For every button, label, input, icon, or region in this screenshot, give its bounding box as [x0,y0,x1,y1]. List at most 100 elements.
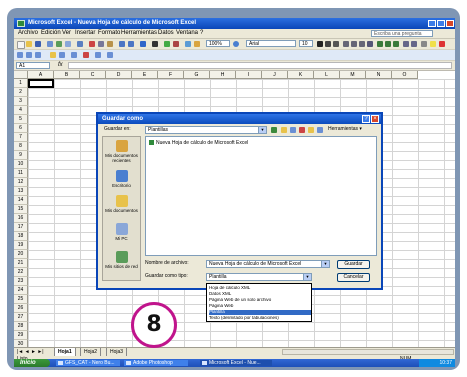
column-header-c[interactable]: C [80,71,106,79]
filetype-option[interactable]: Hoja de cálculo XML [209,286,311,291]
tools-menu[interactable]: Herramientas ▾ [328,126,362,133]
spelling-icon[interactable] [77,41,83,47]
row-header-12[interactable]: 12 [14,178,28,187]
row-header-16[interactable]: 16 [14,214,28,223]
review-icon[interactable] [71,52,77,58]
chart-wizard-icon[interactable] [185,41,191,47]
borders-icon[interactable] [421,41,427,47]
select-all-corner[interactable] [14,71,28,79]
column-header-j[interactable]: J [262,71,288,79]
save-in-combo[interactable]: Plantillas ▼ [145,126,267,134]
back-icon[interactable] [271,127,277,133]
active-cell[interactable] [28,79,54,88]
autosum-icon[interactable] [152,41,158,47]
filetype-option[interactable]: Texto (delimitado por tabulaciones) [209,316,311,321]
column-header-i[interactable]: I [236,71,262,79]
menu-ventana[interactable]: Ventana [176,29,198,38]
up-folder-icon[interactable] [281,127,287,133]
menu-insertar[interactable]: Insertar [75,29,95,38]
column-header-l[interactable]: L [314,71,340,79]
taskbar-item[interactable]: GFS_CAT - Nero Bu... [56,360,120,366]
cut-icon[interactable] [89,41,95,47]
new-folder-icon[interactable] [308,127,314,133]
menu-archivo[interactable]: Archivo [18,29,38,38]
filetype-option[interactable]: Página Web de un solo archivo [209,298,311,303]
column-header-h[interactable]: H [210,71,236,79]
horizontal-scrollbar[interactable] [282,349,454,355]
row-header-14[interactable]: 14 [14,196,28,205]
column-header-k[interactable]: K [288,71,314,79]
help-icon[interactable]: ? [362,115,370,123]
sort-descending-icon[interactable] [173,41,179,47]
print-icon[interactable] [56,41,62,47]
zoom-combo[interactable]: 100% [206,40,230,47]
taskbar-item[interactable]: Adobe Photoshop [124,360,188,366]
cancel-button[interactable]: Cancelar [337,273,370,282]
review-icon[interactable] [107,52,113,58]
row-header-13[interactable]: 13 [14,187,28,196]
formula-input[interactable] [68,62,452,69]
column-header-e[interactable]: E [132,71,158,79]
row-header-2[interactable]: 2 [14,88,28,97]
bold-icon[interactable] [317,41,323,47]
row-header-5[interactable]: 5 [14,115,28,124]
place-recent[interactable]: Mis documentos recientes [103,140,140,163]
percent-icon[interactable] [385,41,391,47]
chevron-down-icon[interactable]: ▼ [258,127,266,133]
row-header-27[interactable]: 27 [14,313,28,322]
column-header-o[interactable]: O [392,71,418,79]
review-icon[interactable] [95,52,101,58]
help-icon[interactable] [233,41,239,47]
comma-style-icon[interactable] [393,41,399,47]
row-header-6[interactable]: 6 [14,124,28,133]
filename-input[interactable]: Nueva Hoja de cálculo de Microsoft Excel… [206,260,330,268]
underline-icon[interactable] [333,41,339,47]
row-header-15[interactable]: 15 [14,205,28,214]
chevron-down-icon[interactable]: ▼ [303,274,311,280]
font-name-combo[interactable]: Arial [246,40,296,47]
row-header-11[interactable]: 11 [14,169,28,178]
column-header-d[interactable]: D [106,71,132,79]
chevron-down-icon[interactable]: ▼ [321,261,329,267]
drawing-icon[interactable] [194,41,200,47]
help-question-input[interactable]: Escriba una pregunta [371,30,433,37]
paste-icon[interactable] [107,41,113,47]
review-icon[interactable] [17,52,23,58]
search-web-icon[interactable] [290,127,296,133]
row-header-18[interactable]: 18 [14,232,28,241]
menu-edicion[interactable]: Edición [41,29,61,38]
copy-icon[interactable] [98,41,104,47]
file-list[interactable]: Nueva Hoja de cálculo de Microsoft Excel [145,136,377,256]
column-header-f[interactable]: F [158,71,184,79]
taskbar-item-active[interactable]: Microsoft Excel - Nue... [200,360,272,366]
row-header-21[interactable]: 21 [14,259,28,268]
row-header-29[interactable]: 29 [14,331,28,340]
filetype-option[interactable]: Datos XML [209,292,311,297]
row-header-3[interactable]: 3 [14,97,28,106]
redo-icon[interactable] [128,41,134,47]
row-header-28[interactable]: 28 [14,322,28,331]
review-icon[interactable] [26,52,32,58]
comment-icon[interactable] [50,52,56,58]
views-icon[interactable] [317,127,323,133]
align-right-icon[interactable] [359,41,365,47]
row-header-8[interactable]: 8 [14,142,28,151]
column-header-b[interactable]: B [54,71,80,79]
undo-icon[interactable] [119,41,125,47]
start-button[interactable]: Inicio [14,359,50,367]
row-header-10[interactable]: 10 [14,160,28,169]
menu-herramientas[interactable]: Herramientas [121,29,157,38]
column-header-m[interactable]: M [340,71,366,79]
close-icon[interactable] [446,20,454,27]
hyperlink-icon[interactable] [140,41,146,47]
row-header-7[interactable]: 7 [14,133,28,142]
save-icon[interactable] [35,41,41,47]
italic-icon[interactable] [325,41,331,47]
new-icon[interactable] [17,41,25,49]
align-left-icon[interactable] [343,41,349,47]
menu-ver[interactable]: Ver [62,29,71,38]
review-icon[interactable] [59,52,65,58]
sort-ascending-icon[interactable] [164,41,170,47]
menu-formato[interactable]: Formato [98,29,120,38]
row-header-4[interactable]: 4 [14,106,28,115]
